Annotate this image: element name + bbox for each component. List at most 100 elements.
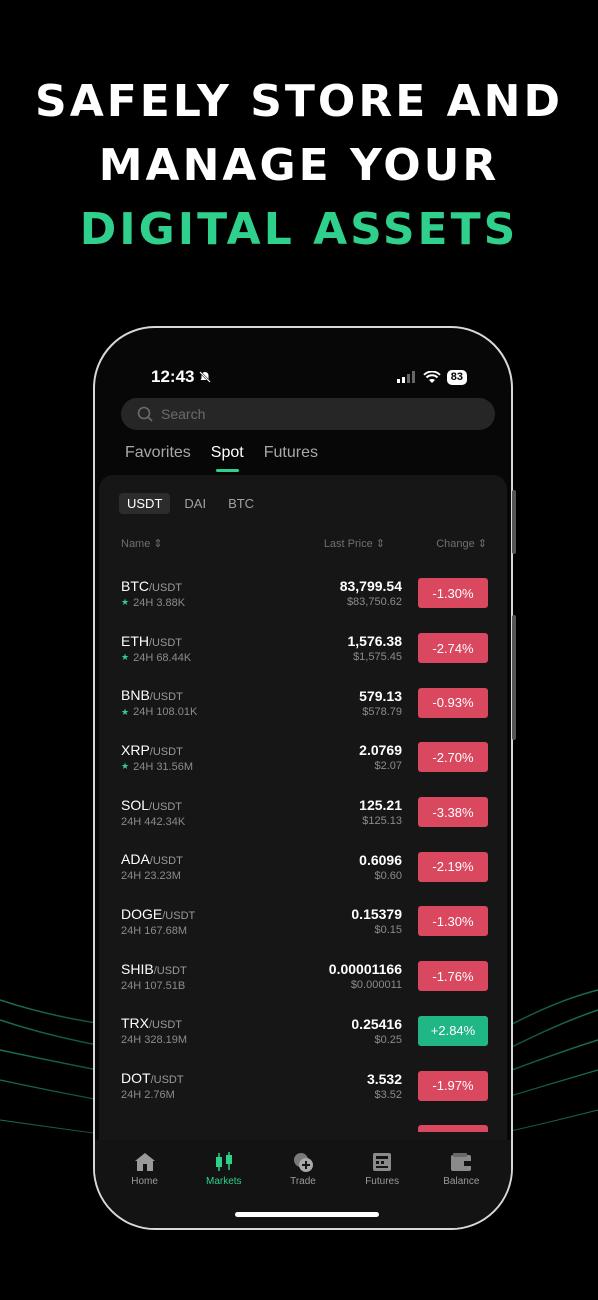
quote-symbol: /USDT [149,855,183,868]
market-row[interactable]: ADA/USDT 24H 23.23M 0.6096 $0.60 -2.19% [121,839,488,894]
volume-24h: 24H 23.23M [121,870,359,882]
nav-markets[interactable]: Markets [190,1150,258,1228]
market-row[interactable]: DOT/USDT 24H 2.76M 3.532 $3.52 -1.97% [121,1058,488,1113]
price-info: 125.21 $125.13 [359,797,402,827]
market-row[interactable]: BNB/USDT ★ 24H 108.01K 579.13 $578.79 -0.93% [121,675,488,730]
price-info: 0.15379 $0.15 [351,906,402,936]
market-row[interactable]: DOGE/USDT 24H 167.68M 0.15379 $0.15 -1.30% [121,894,488,949]
usd-price: $0.15 [374,924,402,937]
nav-balance-label: Balance [443,1176,480,1187]
pair-symbol: XRP/USDT [121,742,359,758]
tab-favorites[interactable]: Favorites [125,444,191,472]
phone-frame: 12:43 83 Search Favorites Spot Futures U… [93,326,513,1230]
nav-markets-label: Markets [206,1176,242,1187]
tab-futures[interactable]: Futures [264,444,318,472]
column-headers: Name ⇕ Last Price ⇕ Change ⇕ [121,537,487,550]
change-badge[interactable]: -1.97% [418,1070,488,1101]
quote-symbol: /USDT [149,745,183,758]
base-symbol: ETH [121,632,149,649]
pair-symbol: DOGE/USDT [121,906,351,922]
market-row[interactable]: XRP/USDT ★ 24H 31.56M 2.0769 $2.07 -2.70% [121,730,488,785]
star-icon: ★ [121,652,130,663]
pair-symbol: ETH/USDT [121,633,348,649]
price-info: 0.6096 $0.60 [359,852,402,882]
price-info: 3.532 $3.52 [367,1071,402,1101]
quote-dai[interactable]: DAI [176,493,214,514]
change-badge[interactable]: -2.70% [418,742,488,773]
pair-info: BTC/USDT ★ 24H 3.88K [121,578,340,609]
volume-24h: 24H 328.19M [121,1034,351,1046]
headline-line-3: DIGITAL ASSETS [79,204,519,255]
nav-trade[interactable]: Trade [269,1150,337,1228]
volume-value: 24H 108.01K [133,706,198,719]
headline-line-2: MANAGE YOUR [98,140,500,191]
base-symbol: SHIB [121,960,154,977]
change-badge[interactable]: -0.93% [418,687,488,718]
pair-info: DOGE/USDT 24H 167.68M [121,906,351,937]
quote-btc[interactable]: BTC [220,493,262,514]
quote-symbol: /USDT [149,800,183,813]
headline: SAFELY STORE AND MANAGE YOUR DIGITAL ASS… [0,70,598,262]
sort-name[interactable]: Name ⇕ [121,537,275,550]
pair-symbol: TRX/USDT [121,1015,351,1031]
status-bar: 12:43 83 [151,366,467,388]
sort-last-price[interactable]: Last Price ⇕ [275,537,385,550]
base-symbol: TRX [121,1015,149,1032]
change-badge[interactable]: +2.84% [418,1015,488,1046]
home-icon [134,1153,155,1171]
change-badge[interactable]: -7.42% [418,1125,488,1132]
change-badge[interactable]: -1.30% [418,906,488,937]
pair-info: SOL/USDT 24H 442.34K [121,797,359,828]
market-row[interactable]: SHIB/USDT 24H 107.51B 0.00001166 $0.000011-… [121,949,488,1004]
change-badge[interactable]: -2.19% [418,851,488,882]
last-price: 0.25416 [351,1015,402,1032]
quote-usdt[interactable]: USDT [119,493,171,514]
change-badge[interactable]: -3.38% [418,797,488,828]
volume-value: 24H 23.23M [121,870,181,883]
volume-24h: ★ 24H 68.44K [121,652,348,664]
nav-balance[interactable]: Balance [427,1150,495,1228]
quote-symbol: /USDT [149,1019,182,1032]
usd-price: $0.25 [374,1033,402,1046]
change-badge[interactable]: -1.76% [418,961,488,992]
search-input[interactable] [161,406,461,422]
price-info: 1,576.38 $1,575.45 [348,633,403,663]
volume-24h: 24H 442.34K [121,816,359,828]
last-price: 0.15379 [351,906,402,923]
base-symbol: BTC [121,577,149,594]
search-bar[interactable] [121,398,495,430]
nav-home[interactable]: Home [111,1150,179,1228]
price-info: 83,799.54 $83,750.62 [340,578,402,608]
pair-symbol: SHIB/USDT [121,961,329,977]
tab-spot[interactable]: Spot [211,444,244,472]
market-row[interactable]: ETH/USDT ★ 24H 68.44K 1,576.38 $1,575.45 -2.7… [121,621,488,676]
nav-futures-label: Futures [365,1176,400,1187]
last-price: 2.0769 [359,742,402,759]
nav-futures[interactable]: Futures [348,1150,416,1228]
usd-price: $3.52 [374,1088,402,1101]
market-row[interactable]: BTC/USDT ★ 24H 3.88K 83,799.54 $83,750.62 -1.… [121,566,488,621]
market-row[interactable]: TRX/USDT 24H 328.19M 0.25416 $0.25 +2.84% [121,1004,488,1059]
base-symbol: SOL [121,796,150,813]
price-info: 0.25416 $0.25 [351,1016,402,1046]
volume-value: 24H 2.76M [121,1089,175,1102]
star-icon: ★ [121,761,130,772]
base-symbol: DOGE [121,905,163,922]
volume-value: 24H 68.44K [133,651,192,664]
change-badge[interactable]: -1.30% [418,578,488,609]
base-symbol: DOT [121,1070,151,1087]
change-badge[interactable]: -2.74% [418,633,488,664]
candlestick-icon [215,1152,232,1171]
price-info: 2.0769 $2.07 [359,742,402,772]
home-indicator[interactable] [235,1212,379,1217]
market-row[interactable]: SOL/USDT 24H 442.34K 125.21 $125.13 -3.38% [121,785,488,840]
market-row[interactable]: TIA/USDT2.295-7.42% [121,1113,488,1132]
sort-change[interactable]: Change ⇕ [417,537,487,550]
search-icon [137,406,153,422]
pair-info: XRP/USDT ★ 24H 31.56M [121,742,359,773]
pair-info: SHIB/USDT 24H 107.51B [121,961,329,992]
signal-icon [396,371,415,383]
volume-24h: 24H 2.76M [121,1089,367,1101]
volume-24h: ★ 24H 31.56M [121,761,359,773]
usd-price: $0.60 [374,869,402,882]
